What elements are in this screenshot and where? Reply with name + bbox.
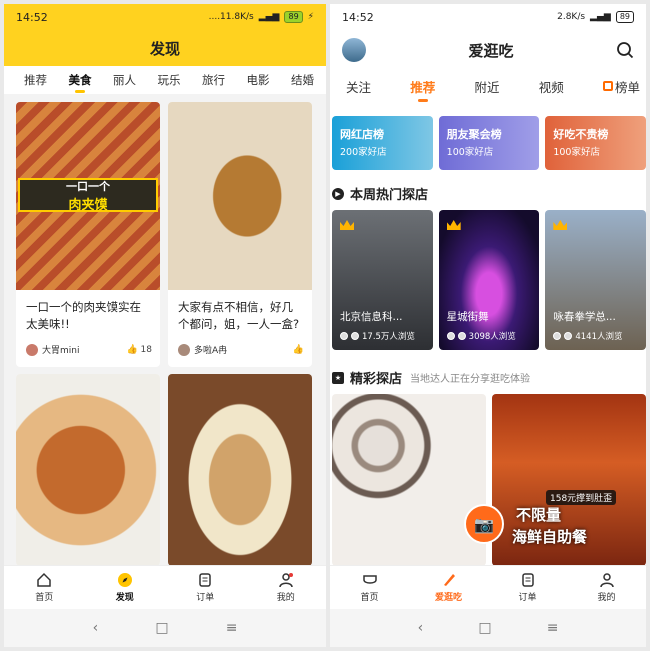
tab-beauty[interactable]: 丽人 [113, 72, 136, 88]
feed-grid: 一口一个 肉夹馍 一口一个的肉夹馍实在太美味!! 大胃mini 👍 18 大家有… [4, 100, 326, 566]
order-icon [521, 573, 534, 587]
card-user: 多啦A冉 [194, 346, 228, 356]
crown-icon [340, 220, 354, 230]
hot-card[interactable]: 咏春拳学总... 4141人浏览 [545, 210, 646, 350]
left-phone: 14:52 ....11.8K/s ▂▄▆ 89 ⚡ 发现 推荐 美食 丽人 玩… [4, 4, 326, 647]
system-nav-bar: ‹ □ ≡ [4, 609, 326, 647]
rank-card[interactable]: 好吃不贵榜 100家好店 [545, 116, 646, 170]
feed-card[interactable] [16, 374, 160, 566]
content-tabs: 关注 推荐 附近 视频 榜单 [330, 70, 646, 102]
card-meta: 大胃mini 👍 18 [26, 343, 152, 356]
status-time: 14:52 [16, 10, 48, 24]
user-icon [599, 573, 614, 588]
rank-card[interactable]: 朋友聚会榜 100家好店 [438, 116, 540, 170]
tab-wedding[interactable]: 结婚 [291, 72, 314, 88]
tab-home[interactable]: 首页 [330, 566, 409, 609]
avatar [26, 343, 38, 356]
bookmark-icon [602, 81, 613, 91]
status-bar: 14:52 2.8K/s ▂▄▆ 89 [330, 4, 646, 30]
left-top-bar: 14:52 ....11.8K/s ▂▄▆ 89 ⚡ 发现 [4, 4, 326, 66]
feed-card[interactable]: 一口一个 肉夹馍 一口一个的肉夹馍实在太美味!! 大胃mini 👍 18 [16, 102, 160, 367]
rank-cards: 网红店榜 200家好店 朋友聚会榜 100家好店 好吃不贵榜 100家好店 [332, 116, 646, 170]
page-title: 爱逛吃 [468, 41, 514, 60]
card-meta: 多啦A冉 👍 [178, 343, 304, 356]
app-header: 爱逛吃 [330, 30, 646, 70]
tab-orders[interactable]: 订单 [165, 566, 246, 609]
bottom-tab-bar: 首页 爱逛吃 订单 我的 [330, 565, 646, 609]
featured-section-title: ★ 精彩探店 当地达人正在分享逛吃体验 [332, 368, 646, 387]
status-bar: 14:52 ....11.8K/s ▂▄▆ 89 ⚡ [4, 4, 326, 30]
card-image: 一口一个 肉夹馍 [16, 102, 160, 290]
tab-recommend[interactable]: 推荐 [24, 72, 47, 88]
crown-icon [553, 220, 568, 230]
tab-orders[interactable]: 订单 [488, 566, 567, 609]
tab-follow[interactable]: 关注 [346, 77, 371, 96]
right-phone: 14:52 2.8K/s ▂▄▆ 89 爱逛吃 关注 推荐 附近 视频 榜单 网… [330, 4, 646, 647]
page-title: 发现 [149, 39, 180, 58]
tab-recommend[interactable]: 推荐 [410, 77, 435, 102]
hot-section-title: ▶ 本周热门探店 [332, 184, 646, 203]
tab-video[interactable]: 视频 [539, 77, 564, 96]
food-icon [443, 574, 455, 586]
order-icon [199, 573, 211, 587]
card-title: 一口一个的肉夹馍实在太美味!! [26, 300, 141, 331]
battery-icon: 89 [284, 11, 303, 23]
home-nav-icon[interactable]: □ [478, 620, 491, 636]
status-time: 14:52 [342, 10, 374, 24]
tab-me[interactable]: 我的 [246, 566, 327, 609]
like-count[interactable]: 👍 18 [126, 345, 152, 355]
feed-card[interactable]: 大家有点不相信，好几个都问，姐，一人一盒? 多啦A冉 👍 [168, 102, 312, 367]
camera-button[interactable]: 📷 [464, 504, 504, 544]
tab-fun[interactable]: 玩乐 [158, 72, 181, 88]
tab-discover[interactable]: 发现 [85, 566, 166, 609]
network-speed: 2.8K/s [557, 12, 586, 22]
battery-icon: 89 [615, 11, 634, 23]
card-image [168, 374, 312, 566]
avatar[interactable] [342, 38, 366, 62]
search-icon[interactable] [616, 41, 634, 59]
tab-me[interactable]: 我的 [567, 566, 646, 609]
category-tabs: 推荐 美食 丽人 玩乐 旅行 电影 结婚 [4, 66, 326, 94]
tab-food[interactable]: 美食 [69, 72, 92, 93]
signal-icon: ▂▄▆ [590, 12, 611, 22]
tab-travel[interactable]: 旅行 [202, 72, 225, 88]
menu-icon[interactable]: ≡ [226, 620, 238, 636]
tab-home[interactable]: 首页 [4, 566, 85, 609]
home-icon [362, 575, 377, 584]
home-nav-icon[interactable]: □ [155, 620, 168, 636]
star-icon: ★ [332, 371, 344, 384]
network-speed: ....11.8K/s [208, 12, 254, 22]
bottom-tab-bar: 首页 发现 订单 我的 [4, 565, 326, 609]
card-banner: 一口一个 肉夹馍 [18, 178, 158, 213]
tab-nearby[interactable]: 附近 [474, 77, 499, 96]
tab-movie[interactable]: 电影 [247, 72, 270, 88]
crown-icon [446, 220, 461, 230]
charging-icon: ⚡ [307, 12, 314, 22]
back-icon[interactable]: ‹ [418, 620, 424, 636]
signal-icon: ▂▄▆ [258, 12, 280, 22]
back-icon[interactable]: ‹ [93, 620, 99, 636]
tab-aiguangchi[interactable]: 爱逛吃 [409, 566, 488, 609]
avatar [178, 343, 190, 356]
card-title: 大家有点不相信，好几个都问，姐，一人一盒? [178, 300, 300, 331]
featured-card[interactable]: 158元撑到肚歪 不限量 海鲜自助餐 [492, 394, 646, 566]
card-user: 大胃mini [42, 346, 80, 356]
like-icon[interactable]: 👍 [293, 345, 304, 355]
rank-card[interactable]: 网红店榜 200家好店 [332, 116, 433, 170]
hot-card[interactable]: 北京信息科... 17.5万人浏览 [332, 210, 433, 350]
system-nav-bar: ‹ □ ≡ [330, 609, 646, 647]
hot-card[interactable]: 星城街舞 3098人浏览 [438, 210, 540, 350]
compass-icon [117, 573, 132, 587]
featured-card[interactable] [332, 394, 486, 566]
menu-icon[interactable]: ≡ [547, 620, 559, 636]
tab-rank[interactable]: 榜单 [602, 77, 640, 96]
play-icon: ▶ [332, 187, 344, 200]
hot-list: 北京信息科... 17.5万人浏览 星城街舞 3098人浏览 咏春拳学总... … [332, 210, 646, 350]
user-icon [279, 573, 293, 588]
home-icon [37, 572, 51, 587]
feed-card[interactable] [168, 374, 312, 566]
card-image [168, 102, 312, 290]
card-image [16, 374, 160, 566]
